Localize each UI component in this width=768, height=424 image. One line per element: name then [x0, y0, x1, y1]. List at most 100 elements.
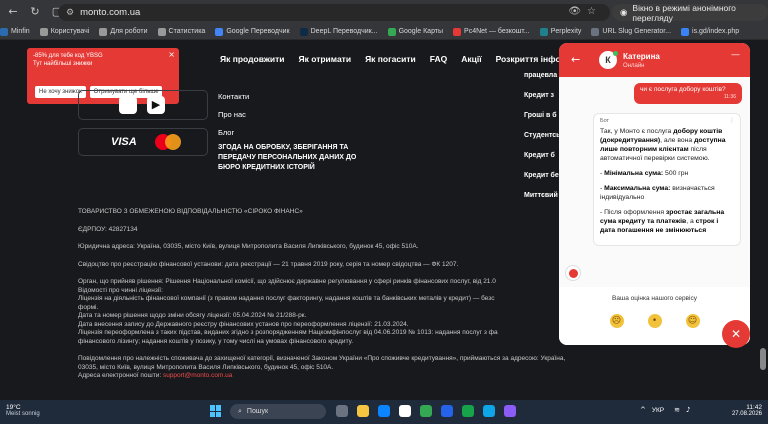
bookmark-item[interactable]: Користувачі — [39, 27, 90, 36]
bookmark-favicon-icon — [0, 27, 8, 36]
word-icon[interactable] — [441, 405, 453, 417]
system-tray: ^ УКР ≋ ♪ — [640, 406, 696, 414]
apple-icon[interactable] — [119, 96, 137, 114]
footer-link-data-policy[interactable]: ЗГОДА НА ОБРОБКУ, ЗБЕРІГАННЯ ТА ПЕРЕДАЧУ… — [218, 143, 368, 173]
promo-line1: -85% для тебе код YBSG — [33, 53, 103, 59]
footer-right-link[interactable]: Гроші в б — [524, 112, 560, 119]
back-icon[interactable]: ← — [6, 5, 20, 19]
bookmark-item[interactable]: Google Переводчик — [215, 27, 290, 36]
bookmark-favicon-icon — [387, 27, 396, 36]
chrome-icon[interactable] — [420, 405, 432, 417]
reload-icon[interactable]: ↻ — [28, 5, 42, 19]
taskbar-search[interactable]: ⌕ Пошук — [230, 404, 326, 419]
bookmark-label: Minfin — [11, 28, 30, 35]
taskbar: 19°C Meist sonnig ⌕ Пошук ^ УКР ≋ ♪ 11:4… — [0, 400, 768, 424]
bookmark-item[interactable]: URL Slug Generator... — [591, 27, 671, 36]
bot-paragraph-3: - Максимальна сума: визначається індивід… — [600, 185, 715, 201]
bookmark-label: Користувачі — [50, 28, 90, 35]
bookmark-label: DeepL Переводчик... — [310, 28, 378, 35]
nav-link[interactable]: Як отримати — [298, 54, 351, 64]
clock-date: 27.08.2026 — [731, 411, 762, 417]
company-name: ТОВАРИСТВО З ОБМЕЖЕНОЮ ВІДПОВІДАЛЬНІСТЮ … — [78, 208, 303, 215]
bookmark-favicon-icon — [157, 27, 166, 36]
visa-logo: VISA — [111, 136, 137, 148]
bookmark-item[interactable]: Perplexity — [539, 27, 581, 36]
nav-link[interactable]: FAQ — [430, 54, 447, 64]
bookmark-item[interactable]: Google Карты — [387, 27, 444, 36]
bookmark-item[interactable]: Статистика — [157, 27, 205, 36]
license: Ліцензія на діяльність фінансової компан… — [78, 295, 495, 302]
happy-face-icon[interactable]: ☺ — [685, 314, 700, 328]
notice-2: 03035, місто Київ, вулиця Митрополита Ва… — [78, 363, 334, 371]
footer-right-link[interactable]: Студентсь — [524, 132, 560, 139]
taskbar-apps — [336, 405, 525, 417]
edrpou: ЄДРПОУ: 42827134 — [78, 225, 138, 233]
footer-link-contacts[interactable]: Контакти — [218, 92, 368, 101]
payment-methods: VISA — [78, 128, 208, 156]
address-bar[interactable]: ⚙ monto.com.ua 👁☆ — [58, 4, 610, 21]
chevron-up-icon[interactable]: ^ — [640, 406, 646, 414]
chat-messages[interactable]: чи є послуга добору коштів? 11:36 ⋮ Бот … — [559, 77, 750, 287]
nav-link[interactable]: Як погасити — [365, 54, 416, 64]
sad-face-icon[interactable]: ☹ — [609, 314, 624, 328]
explorer-icon[interactable] — [357, 405, 369, 417]
google-play-icon[interactable]: ▶ — [147, 96, 165, 114]
incognito-indicator[interactable]: ◉ Вікно в режимі анонімного перегляду — [612, 2, 768, 23]
nav-link[interactable]: Акції — [461, 54, 481, 64]
url-text[interactable]: monto.com.ua — [80, 7, 140, 18]
chat-widget: ← К Катерина Онлайн — чи є послуга добор… — [559, 43, 750, 345]
bookmark-item[interactable]: DeepL Переводчик... — [299, 27, 378, 36]
incognito-label: Вікно в режимі анонімного перегляду — [632, 2, 736, 23]
footer-right-link[interactable]: працевла — [524, 72, 560, 79]
notice: Повідомлення про належність споживача до… — [78, 355, 566, 362]
email-line: Адреса електронної пошти: support@monto.… — [78, 372, 578, 381]
bookmark-item[interactable]: Pc4Net — безкошт... — [453, 27, 530, 36]
footer-right-link[interactable]: Кредит бе — [524, 172, 560, 179]
close-icon[interactable]: × — [168, 50, 175, 59]
volume-icon[interactable]: ♪ — [686, 406, 690, 414]
bookmark-item[interactable]: Для роботи — [99, 27, 148, 36]
footer-right-link[interactable]: Миттєвий — [524, 192, 560, 199]
input-language[interactable]: УКР — [652, 407, 664, 414]
bookmark-label: is.gd/index.php — [692, 28, 740, 35]
clock[interactable]: 11:42 27.08.2026 — [728, 404, 762, 417]
neutral-face-icon[interactable]: • — [647, 314, 662, 328]
windows-start-icon[interactable] — [210, 405, 222, 417]
bookmark-star-icon[interactable]: 👁☆ — [568, 6, 602, 17]
wifi-icon[interactable]: ≋ — [674, 406, 680, 414]
footer-link-about[interactable]: Про нас — [218, 110, 368, 119]
minimize-icon[interactable]: — — [731, 50, 740, 60]
bookmark-label: Google Карты — [398, 28, 444, 35]
task-view-icon[interactable] — [336, 405, 348, 417]
site-info-icon[interactable]: ⚙ — [66, 8, 74, 18]
bookmark-favicon-icon — [215, 27, 224, 36]
email-link[interactable]: support@monto.com.ua — [163, 372, 232, 379]
nav-link[interactable]: Як продовжити — [220, 54, 284, 64]
more-options-icon[interactable]: ⋮ — [729, 117, 735, 124]
bot-paragraph-1: Так, у Монто є послуга добору коштів (до… — [600, 128, 726, 162]
bookmark-item[interactable]: Minfin — [0, 27, 30, 36]
weather-widget[interactable]: 19°C Meist sonnig — [6, 404, 40, 417]
page-scrollbar[interactable] — [760, 348, 766, 370]
edge-icon[interactable] — [378, 405, 390, 417]
footer-link-blog[interactable]: Блог — [218, 128, 368, 137]
browser-toolbar: ← ↻ ▢ ⚙ monto.com.ua 👁☆ ◉ Вікно в режимі… — [0, 0, 768, 24]
scroll-down-button[interactable] — [565, 265, 581, 281]
unread-dot-icon — [569, 269, 578, 278]
bookmark-item[interactable]: is.gd/index.php — [681, 27, 740, 36]
excel-icon[interactable] — [462, 405, 474, 417]
footer-right-link[interactable]: Кредит б — [524, 152, 560, 159]
weather-desc: Meist sonnig — [6, 411, 40, 417]
bookmark-favicon-icon — [39, 27, 48, 36]
clock-time: 11:42 — [746, 404, 762, 411]
close-chat-button[interactable]: ✕ — [722, 320, 750, 348]
back-arrow-icon[interactable]: ← — [571, 53, 580, 66]
search-icon: ⌕ — [238, 407, 242, 415]
store-icon[interactable] — [399, 405, 411, 417]
incognito-icon: ◉ — [620, 7, 628, 18]
rating-question: Ваша оцінка нашого сервісу — [612, 295, 697, 302]
viber-icon[interactable] — [504, 405, 516, 417]
bookmark-label: Для роботи — [110, 28, 148, 35]
telegram-icon[interactable] — [483, 405, 495, 417]
footer-right-link[interactable]: Кредит з — [524, 92, 560, 99]
